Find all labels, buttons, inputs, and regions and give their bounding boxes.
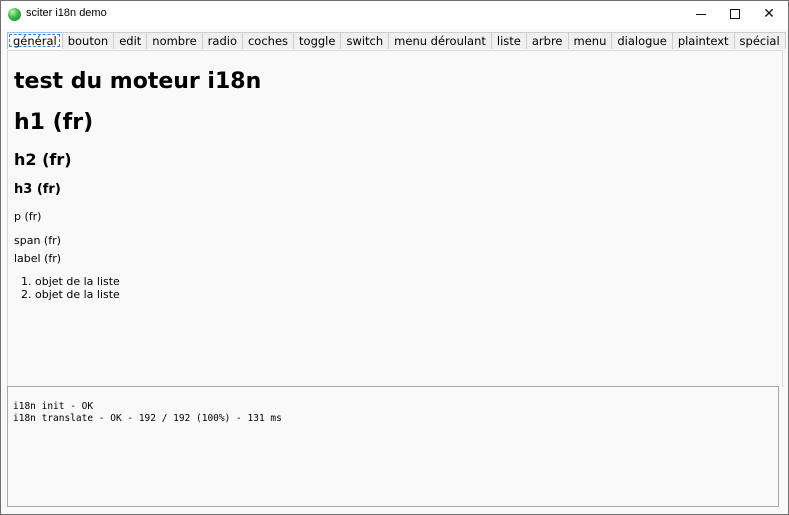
close-button[interactable]: ✕ [751,1,787,27]
window-title: sciter i18n demo [26,7,107,19]
tab-dialogue[interactable]: dialogue [611,32,672,49]
minimize-icon [696,13,706,15]
tab-plaintext[interactable]: plaintext [671,32,734,49]
list-item: objet de la liste [35,288,120,301]
log-line: i18n translate - OK - 192 / 192 (100%) -… [13,413,282,424]
tab-switch[interactable]: switch [340,32,389,49]
tab-strip: général bouton edit nombre radio coches … [7,32,786,50]
tab-edit[interactable]: edit [113,32,147,49]
tab-radio[interactable]: radio [201,32,242,49]
tab-menu-deroulant[interactable]: menu déroulant [388,32,491,49]
minimize-button[interactable] [683,1,719,27]
app-window: sciter i18n demo ✕ général bouton edit n… [0,0,789,515]
page-title: test du moteur i18n [14,69,262,94]
tab-general[interactable]: général [7,32,62,49]
log-output[interactable]: i18n init - OK i18n translate - OK - 192… [7,386,779,507]
log-line: i18n init - OK [13,401,94,412]
maximize-icon [730,9,740,19]
span-text: span (fr) [14,234,61,247]
tab-nombre[interactable]: nombre [146,32,202,49]
heading-h2: h2 (fr) [14,150,72,169]
list-item: objet de la liste [35,275,120,288]
tab-panel-general: test du moteur i18n h1 (fr) h2 (fr) h3 (… [7,50,783,387]
tab-coches[interactable]: coches [241,32,294,49]
tab-arbre[interactable]: arbre [525,32,568,49]
tab-special[interactable]: spécial [733,32,786,49]
tab-bouton[interactable]: bouton [61,32,114,49]
ordered-list: objet de la liste objet de la liste [14,275,120,301]
tab-menu[interactable]: menu [567,32,612,49]
sciter-logo-icon [8,8,21,21]
tab-toggle[interactable]: toggle [293,32,341,49]
maximize-button[interactable] [717,1,753,27]
heading-h3: h3 (fr) [14,182,61,197]
label-text: label (fr) [14,252,62,265]
heading-h1: h1 (fr) [14,110,94,135]
tab-liste[interactable]: liste [490,32,526,49]
close-icon: ✕ [763,6,775,22]
paragraph-text: p (fr) [14,210,42,223]
title-bar[interactable]: sciter i18n demo ✕ [1,1,788,29]
